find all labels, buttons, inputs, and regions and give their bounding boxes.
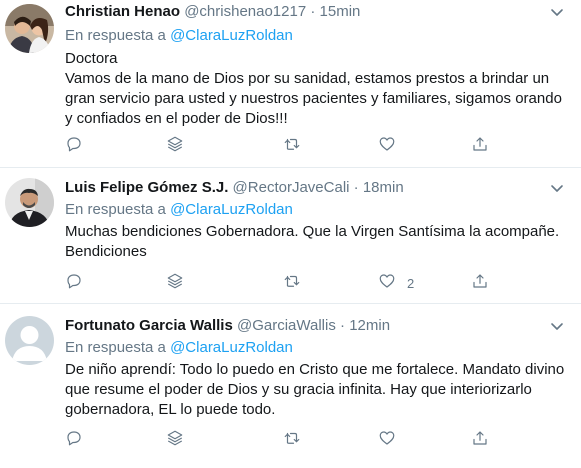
stack-button[interactable] [166,430,184,450]
reply-prefix: En respuesta a [65,201,166,218]
like-button[interactable]: 2 [378,273,414,293]
timestamp[interactable]: 15min [320,3,361,20]
retweet-icon [283,135,301,158]
author-handle[interactable]: @chrishenao1217 [184,3,306,20]
chevron-down-icon[interactable] [547,178,567,198]
reply-context: En respuesta a @ClaraLuzRoldan [65,26,567,46]
reply-prefix: En respuesta a [65,27,166,44]
avatar[interactable] [5,316,54,365]
heart-icon [378,429,396,452]
like-button[interactable] [378,430,407,450]
share-button[interactable] [471,136,489,156]
tweet-header: Christian Henao @chrishenao1217 · 15min [65,2,567,22]
share-icon [471,429,489,452]
tweet-text: Muchas bendiciones Gobernadora. Que la V… [65,223,560,260]
tweet-actions [0,136,581,156]
separator-dot: · [310,3,316,20]
separator-dot: · [353,179,359,196]
reply-icon [65,429,83,452]
tweet-header: Luis Felipe Gómez S.J. @RectorJaveCali ·… [65,178,567,198]
reply-to-link[interactable]: @ClaraLuzRoldan [170,201,293,218]
avatar[interactable] [5,178,54,227]
retweet-button[interactable] [283,430,301,450]
tweet-text: Doctora Vamos de la mano de Dios por su … [65,50,562,127]
like-count: 2 [407,275,415,291]
tweet[interactable]: Christian Henao @chrishenao1217 · 15min … [0,0,581,170]
stack-icon [166,135,184,158]
heart-icon [378,135,396,158]
stack-button[interactable] [166,136,184,156]
retweet-button[interactable] [283,136,301,156]
stack-icon [166,429,184,452]
heart-icon [378,272,396,295]
reply-prefix: En respuesta a [65,339,166,356]
retweet-button[interactable] [283,273,301,293]
stack-icon [166,272,184,295]
share-button[interactable] [471,273,489,293]
author-name[interactable]: Fortunato Garcia Wallis [65,317,233,334]
tweet-header: Fortunato Garcia Wallis @GarciaWallis · … [65,316,567,336]
author-handle[interactable]: @GarciaWallis [237,317,336,334]
author-name[interactable]: Luis Felipe Gómez S.J. [65,179,228,196]
tweet-actions [0,430,581,450]
reply-context: En respuesta a @ClaraLuzRoldan [65,200,567,220]
chevron-down-icon[interactable] [547,316,567,336]
like-button[interactable] [378,136,407,156]
reply-button[interactable] [65,136,83,156]
reply-to-link[interactable]: @ClaraLuzRoldan [170,27,293,44]
reply-button[interactable] [65,273,83,293]
reply-to-link[interactable]: @ClaraLuzRoldan [170,339,293,356]
chevron-down-icon[interactable] [547,2,567,22]
retweet-icon [283,272,301,295]
reply-icon [65,272,83,295]
reply-button[interactable] [65,430,83,450]
separator-dot: · [340,317,346,334]
author-handle[interactable]: @RectorJaveCali [233,179,350,196]
retweet-icon [283,429,301,452]
tweet[interactable]: Luis Felipe Gómez S.J. @RectorJaveCali ·… [0,168,581,302]
author-name[interactable]: Christian Henao [65,3,180,20]
timestamp[interactable]: 12min [349,317,390,334]
avatar[interactable] [5,4,54,53]
tweet-text: De niño aprendí: Todo lo puedo en Cristo… [65,361,565,418]
reply-icon [65,135,83,158]
tweet[interactable]: Fortunato Garcia Wallis @GarciaWallis · … [0,304,581,468]
tweet-actions: 2 [0,273,581,293]
share-button[interactable] [471,430,489,450]
stack-button[interactable] [166,273,184,293]
reply-context: En respuesta a @ClaraLuzRoldan [65,338,567,358]
share-icon [471,272,489,295]
timestamp[interactable]: 18min [363,179,404,196]
share-icon [471,135,489,158]
